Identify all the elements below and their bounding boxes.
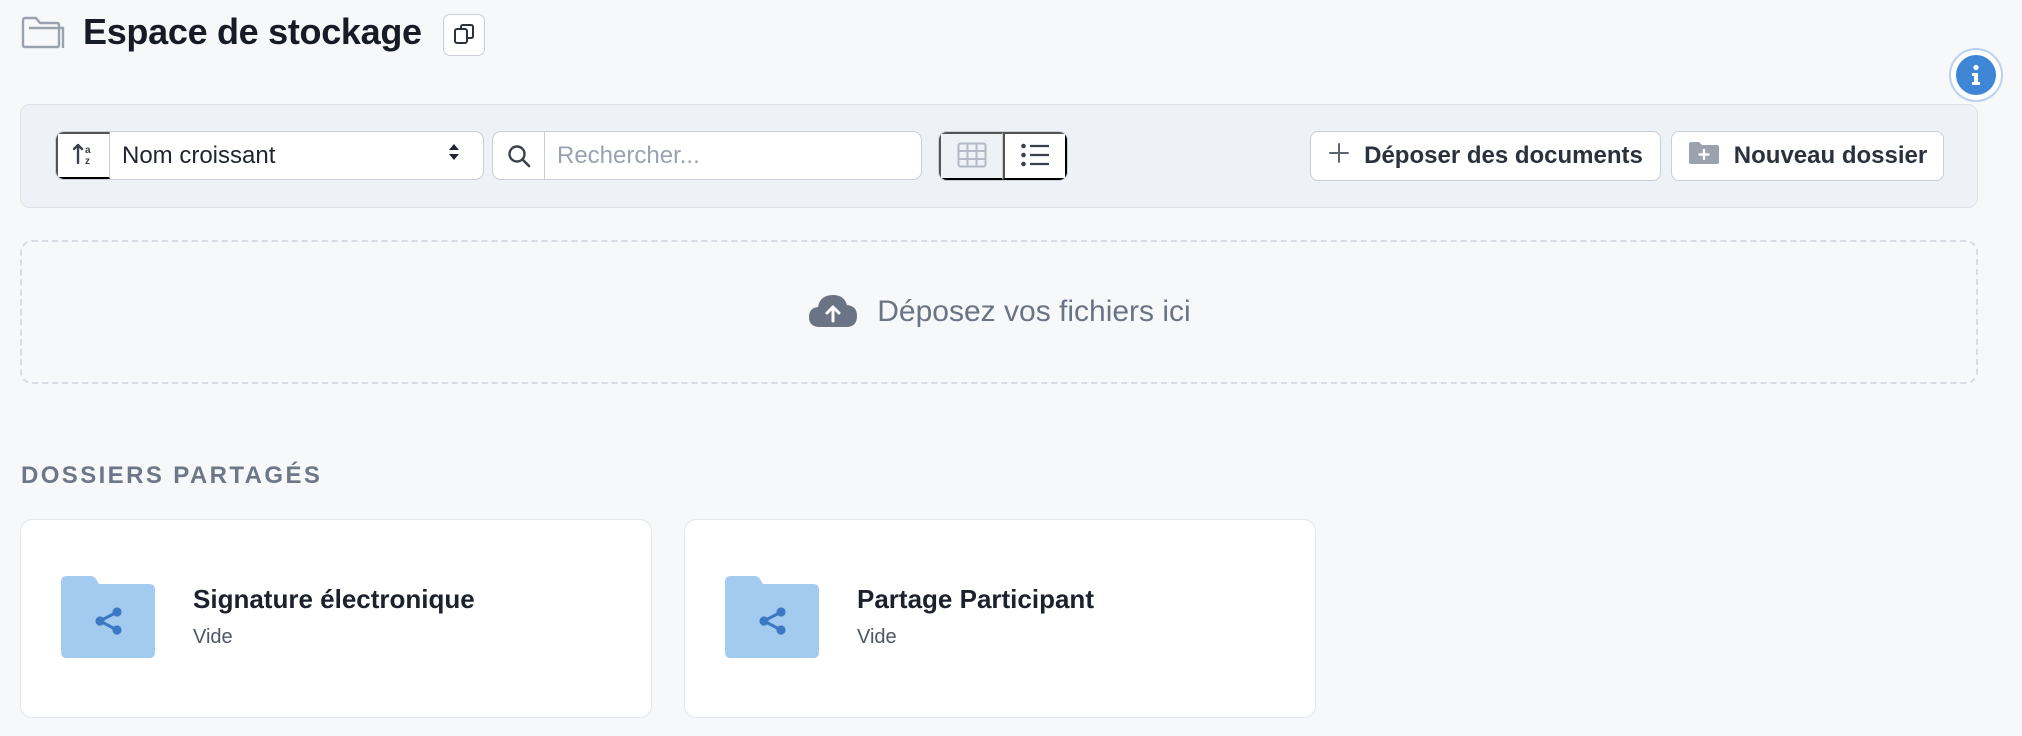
plus-icon	[1328, 142, 1350, 171]
section-title: DOSSIERS PARTAGÉS	[21, 462, 323, 489]
new-folder-button[interactable]: Nouveau dossier	[1671, 131, 1944, 181]
cloud-upload-icon	[807, 291, 859, 334]
grid-icon	[957, 142, 987, 171]
sort-select-value: Nom croissant	[122, 141, 276, 169]
new-folder-label: Nouveau dossier	[1733, 142, 1928, 169]
folder-card[interactable]: Partage Participant Vide	[684, 519, 1316, 718]
folder-name: Signature électronique	[193, 584, 475, 614]
upload-documents-button[interactable]: Déposer des documents	[1310, 131, 1661, 181]
shared-folder-icon	[725, 574, 819, 658]
upload-documents-label: Déposer des documents	[1364, 142, 1643, 169]
info-icon	[1956, 55, 1996, 95]
sort-control: a z Nom croissant	[55, 131, 484, 180]
file-dropzone[interactable]: Déposez vos fichiers ici	[20, 240, 1978, 384]
list-icon	[1020, 142, 1050, 171]
view-toggle	[938, 131, 1068, 181]
sort-icon: a z	[71, 141, 97, 170]
search-icon	[493, 132, 545, 179]
svg-text:z: z	[85, 156, 90, 167]
search-input[interactable]	[545, 132, 921, 179]
folder-plus-icon	[1688, 140, 1720, 173]
svg-text:a: a	[85, 145, 91, 156]
dropzone-text: Déposez vos fichiers ici	[877, 295, 1191, 328]
select-arrows-icon	[447, 141, 461, 170]
copy-icon	[452, 22, 476, 49]
shared-folder-icon	[61, 574, 155, 658]
grid-view-button[interactable]	[939, 132, 1003, 180]
folder-status: Vide	[193, 626, 233, 648]
info-button[interactable]	[1949, 48, 2003, 102]
copy-button[interactable]	[443, 14, 485, 56]
folder-card[interactable]: Signature électronique Vide	[20, 519, 652, 718]
folder-outline-icon	[21, 14, 65, 50]
search-control	[492, 131, 922, 180]
list-view-button[interactable]	[1003, 132, 1067, 180]
sort-direction-button[interactable]: a z	[56, 132, 110, 179]
sort-select[interactable]: Nom croissant	[110, 132, 483, 179]
folder-status: Vide	[857, 626, 897, 648]
folder-name: Partage Participant	[857, 584, 1094, 614]
page-title: Espace de stockage	[83, 11, 422, 52]
